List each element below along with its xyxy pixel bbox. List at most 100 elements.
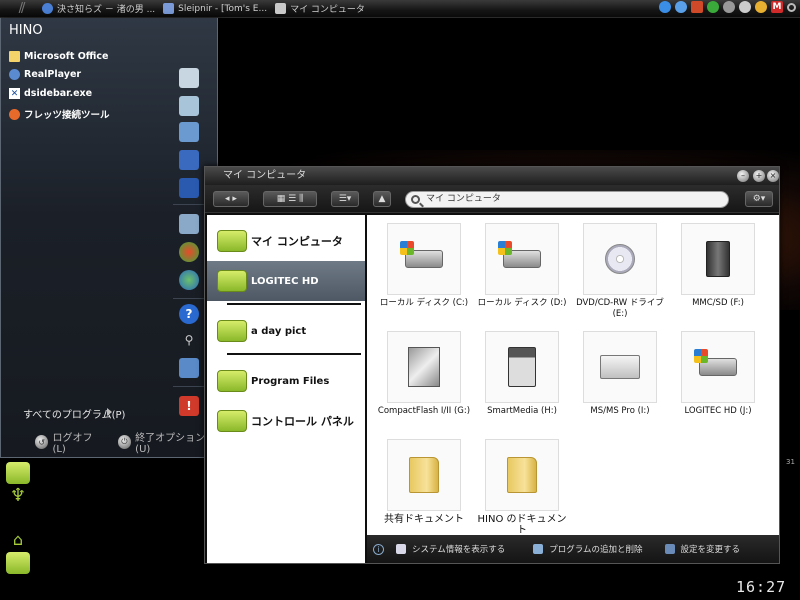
item-label: CompactFlash I/II (G:) [377,406,471,416]
task-add-remove[interactable]: プログラムの追加と削除 [533,543,643,555]
browser-icon [163,3,175,14]
drive-item-g[interactable]: CompactFlash I/II (G:) [375,331,473,431]
window-titlebar[interactable]: マイ コンピュータ – + × [205,167,779,185]
task-label: マイ コンピュータ [290,5,365,15]
drive-item-d[interactable]: ローカル ディスク (D:) [473,223,571,323]
item-label: MS/MS Pro (I:) [590,406,650,416]
item-label: MMC/SD (F:) [692,298,744,308]
drive-item-h[interactable]: SmartMedia (H:) [473,331,571,431]
documents-icon[interactable] [179,68,199,88]
taskbar: // 決さ知らズ － 渚の男 ... Sleipnir - [Tom's E..… [0,0,800,18]
globe-icon[interactable] [179,270,199,290]
help-icon[interactable]: ? [179,304,199,324]
taskbar-item-mycomputer[interactable]: マイ コンピュータ [275,1,365,17]
folder-item-shared[interactable]: 共有ドキュメント [375,439,473,539]
logoff-button[interactable]: ↺ ログオフ(L) [35,429,104,455]
drive-icon [217,270,247,292]
tray-app-icon[interactable] [707,1,719,13]
nav-item-adaypict[interactable]: a day pict [207,311,365,351]
shutdown-button[interactable]: ⏻ 終了オプション(U) [117,429,217,455]
maximize-button[interactable]: + [753,170,765,182]
view-buttons[interactable]: ▦ ☰ ⫼ [263,191,317,207]
explorer-window: マイ コンピュータ – + × ◂ ▸ ▦ ☰ ⫼ ☰▾ ▲ マイ コンピュータ… [204,166,780,564]
nav-item-mycomputer[interactable]: マイ コンピュータ [207,221,365,261]
info-icon[interactable]: i [373,543,384,555]
item-label: HINO のドキュメント [477,514,567,536]
task-label: Sleipnir - [Tom's E... [178,3,268,14]
nav-item-controlpanel[interactable]: コントロール パネル [207,401,365,441]
folder-item-mydocs[interactable]: HINO のドキュメント [473,439,571,539]
control-panel-icon [217,410,247,432]
divider [227,303,361,305]
taskbar-item-browser[interactable]: Sleipnir - [Tom's E... [163,1,267,17]
drive-item-f[interactable]: MMC/SD (F:) [669,223,767,323]
options-button[interactable]: ⚙▾ [745,191,773,207]
taskbar-item-media[interactable]: 決さ知らズ － 渚の男 ... [42,1,155,17]
item-label: 共有ドキュメント [384,514,464,525]
task-system-info[interactable]: システム情報を表示する [396,543,505,555]
program-item-flets[interactable]: フレッツ接続ツール [9,107,110,121]
control-panel-icon[interactable] [179,214,199,234]
start-menu-footer: ↺ ログオフ(L) ⏻ 終了オプション(U) [1,428,217,456]
divider [173,204,205,205]
printers-icon[interactable] [179,242,199,262]
compactflash-icon [408,347,440,387]
pictures-icon[interactable] [179,96,199,116]
drive-item-j[interactable]: LOGITEC HD (J:) [669,331,767,431]
logoff-icon: ↺ [35,435,49,449]
run-icon[interactable] [179,358,199,378]
music-icon[interactable] [179,122,199,142]
task-settings[interactable]: 設定を変更する [664,543,740,555]
program-item-realplayer[interactable]: RealPlayer [9,69,81,80]
sort-button[interactable]: ☰▾ [331,191,359,207]
drive-item-i[interactable]: MS/MS Pro (I:) [571,331,669,431]
tray-m-icon[interactable]: M [771,1,783,13]
up-button[interactable]: ▲ [373,191,391,207]
window-toolbar: ◂ ▸ ▦ ☰ ⫼ ☰▾ ▲ マイ コンピュータ ⚙▾ [205,185,779,213]
divider [227,353,361,355]
nav-label: Program Files [251,375,330,387]
close-button[interactable]: × [767,170,779,182]
alert-icon[interactable]: ! [179,396,199,416]
tray-security-icon[interactable] [691,1,703,13]
tile-box [485,331,559,403]
tray-usb-icon[interactable] [739,1,751,13]
dock-drive-icon[interactable] [6,462,30,484]
tray-volume-icon[interactable] [723,1,735,13]
nav-label: マイ コンピュータ [251,235,343,248]
search-icon[interactable]: ⚲ [179,330,199,350]
program-label: dsidebar.exe [24,88,93,99]
dock-lamp-icon[interactable]: ♆ [6,484,30,506]
drive-item-e[interactable]: DVD/CD-RW ドライブ (E:) [571,223,669,323]
dock-ufo-icon[interactable]: ⌂ [6,528,30,550]
dock-box-icon[interactable] [6,552,30,574]
program-item-office[interactable]: Microsoft Office [9,51,108,62]
task-bar-bottom: i システム情報を表示する プログラムの追加と削除 設定を変更する [367,535,779,563]
program-label: Microsoft Office [24,51,109,62]
tray-update-icon[interactable] [675,1,687,13]
back-forward-button[interactable]: ◂ ▸ [213,191,249,207]
start-button[interactable]: // [0,0,42,18]
minimize-button[interactable]: – [737,170,749,182]
network-icon[interactable] [179,178,199,198]
program-item-dsidebar[interactable]: ✕ dsidebar.exe [9,88,92,99]
tray-search-icon[interactable] [787,2,796,12]
tray-network-icon[interactable] [659,1,671,13]
nav-item-programfiles[interactable]: Program Files [207,361,365,401]
content-pane: ローカル ディスク (C:) ローカル ディスク (D:) DVD/CD-RW … [367,215,779,536]
computer-icon [275,3,287,14]
tray-messenger-icon[interactable] [755,1,767,13]
address-bar[interactable]: マイ コンピュータ [405,191,729,208]
task-label: プログラムの追加と削除 [549,545,643,555]
folder-icon [217,370,247,392]
drive-item-c[interactable]: ローカル ディスク (C:) [375,223,473,323]
tile-box [485,223,559,295]
power-icon: ⏻ [117,435,132,449]
nav-item-logitec[interactable]: LOGITEC HD [207,261,365,301]
item-label: SmartMedia (H:) [487,406,557,416]
smartmedia-icon [508,347,536,387]
flets-icon [9,108,20,120]
mycomputer-icon[interactable] [179,150,199,170]
sd-card-icon [706,241,730,277]
nav-label: コントロール パネル [251,415,354,428]
